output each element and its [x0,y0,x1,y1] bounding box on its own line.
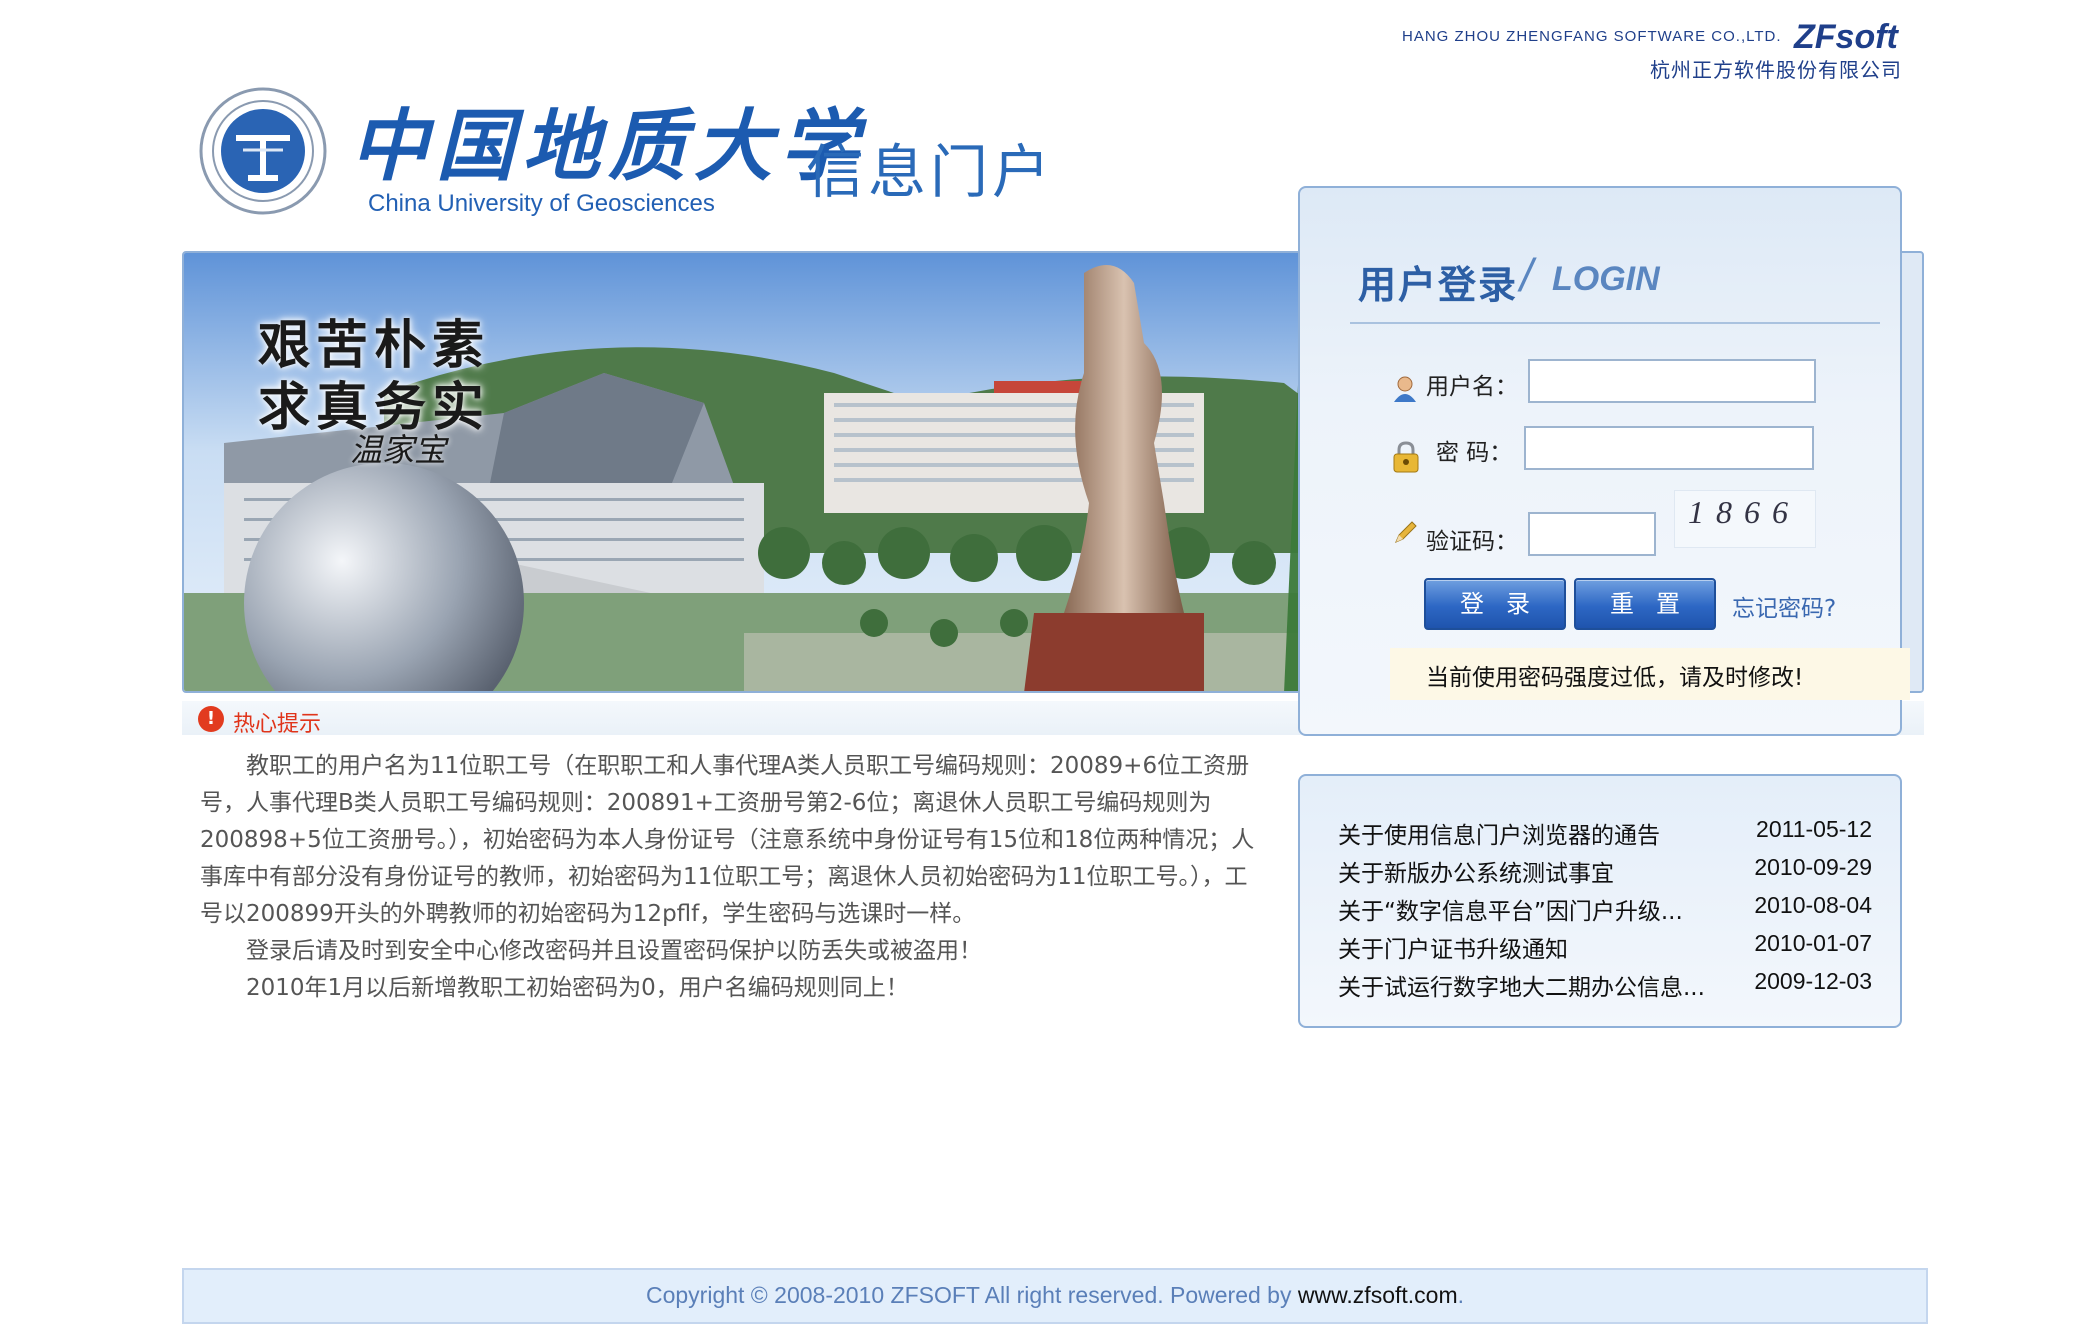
vendor-logo: ZFsoft [1794,18,1898,56]
lock-icon [1393,441,1419,473]
tip-title: 热心提示 [233,712,322,737]
username-label: 用户名： [1426,374,1518,400]
password-warning-text: 当前使用密码强度过低，请及时修改! [1426,665,1804,691]
login-title: 用户登录 [1358,263,1519,307]
copyright-label: Copyright © 2008-2010 ZFSOFT All right r… [645,1282,1298,1308]
copyright-trailing: . [1457,1282,1465,1308]
vendor-name-en: HANG ZHOU ZHENGFANG SOFTWARE CO.,LTD. [1402,28,1782,45]
password-input[interactable] [1524,426,1814,470]
pencil-icon [1395,521,1417,543]
news-title[interactable]: 关于新版办公系统测试事宜 [1338,854,1614,888]
news-title[interactable]: 关于试运行数字地大二期办公信息... [1338,968,1705,1002]
news-date: 2011-05-12 [1756,816,1872,842]
login-divider [1350,322,1880,324]
news-date: 2010-01-07 [1754,930,1872,956]
captcha-input[interactable] [1528,512,1656,556]
notice-paragraph: 2010年1月以后新增教职工初始密码为0，用户名编码规则同上！ [246,975,909,1001]
login-title-en: LOGIN [1552,260,1660,298]
login-button[interactable]: 登录 [1424,578,1566,630]
news-item[interactable]: 关于门户证书升级通知 2010-01-07 [1338,926,1872,964]
news-date: 2009-12-03 [1754,968,1872,994]
news-title[interactable]: 关于“数字信息平台”因门户升级... [1338,892,1683,926]
notice-paragraph: 教职工的用户名为11位职工号（在职职工和人事代理A类人员职工号编码规则：2008… [200,753,1255,927]
news-item[interactable]: 关于“数字信息平台”因门户升级... 2010-08-04 [1338,888,1872,926]
copyright-text: Copyright © 2008-2010 ZFSOFT All right r… [182,1282,1928,1309]
notice-text: 教职工的用户名为11位职工号（在职职工和人事代理A类人员职工号编码规则：2008… [200,748,1260,1007]
news-title[interactable]: 关于使用信息门户浏览器的通告 [1338,816,1660,850]
news-date: 2010-09-29 [1754,854,1872,880]
forgot-password-link[interactable]: 忘记密码? [1732,589,1836,623]
warning-icon: ! [198,706,224,732]
university-name-en: China University of Geosciences [368,190,715,217]
vendor-website-link[interactable]: www.zfsoft.com [1298,1282,1458,1308]
news-item[interactable]: 关于使用信息门户浏览器的通告 2011-05-12 [1338,812,1872,850]
news-item[interactable]: 关于新版办公系统测试事宜 2010-09-29 [1338,850,1872,888]
login-title-divider: / [1520,249,1533,301]
news-title[interactable]: 关于门户证书升级通知 [1338,930,1568,964]
news-date: 2010-08-04 [1754,892,1872,918]
reset-button[interactable]: 重置 [1574,578,1716,630]
motto-signature: 温家宝 [350,431,447,469]
notice-paragraph: 登录后请及时到安全中心修改密码并且设置密码保护以防丢失或被盗用！ [246,938,982,964]
news-list: 关于使用信息门户浏览器的通告 2011-05-12 关于新版办公系统测试事宜 2… [1338,812,1872,1002]
portal-title: 信息门户 [806,138,1055,206]
user-icon [1394,376,1416,402]
university-seal-icon [199,87,327,215]
username-input[interactable] [1528,359,1816,403]
university-name-cn: 中国地质大学 [350,101,867,192]
captcha-label: 验证码： [1426,529,1518,555]
vendor-name-cn: 杭州正方软件股份有限公司 [1650,58,1902,82]
password-label: 密 码： [1436,440,1513,466]
captcha-code: 1866 [1688,494,1800,530]
news-item[interactable]: 关于试运行数字地大二期办公信息... 2009-12-03 [1338,964,1872,1002]
